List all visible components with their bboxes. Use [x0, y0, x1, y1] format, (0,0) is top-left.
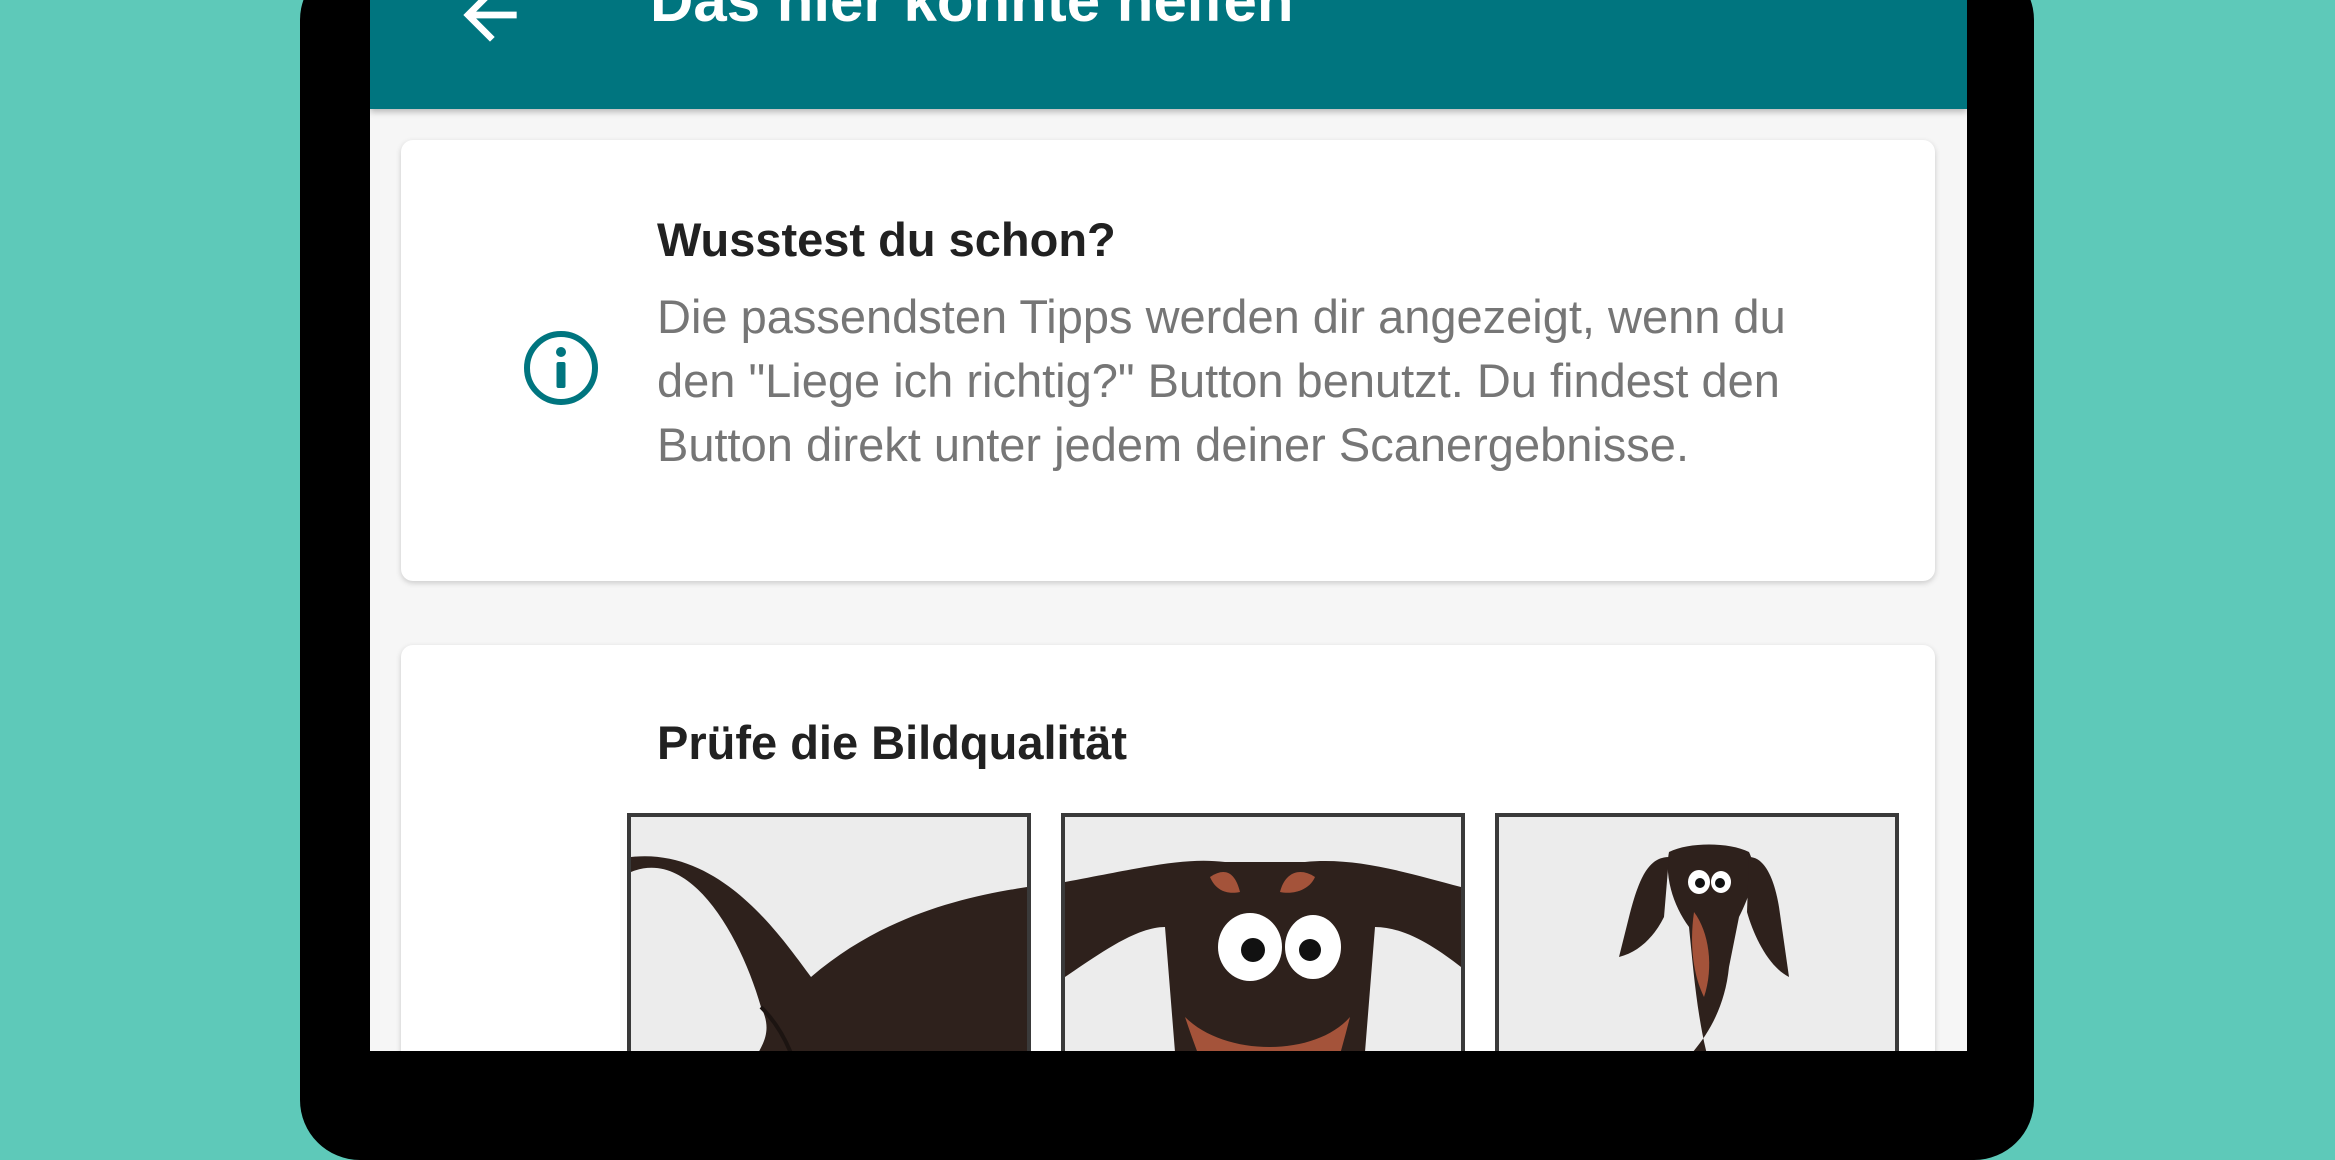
- image-quality-card: Prüfe die Bildqualität: [401, 645, 1935, 1051]
- info-card: Wusstest du schon? Die passendsten Tipps…: [401, 140, 1935, 581]
- back-button[interactable]: [430, 0, 550, 90]
- arrow-left-icon: [463, 0, 517, 42]
- dog-far-image[interactable]: [1495, 813, 1899, 1051]
- image-quality-title: Prüfe die Bildqualität: [657, 716, 1128, 769]
- info-card-body: Die passendsten Tipps werden dir angezei…: [657, 290, 1786, 471]
- page-title: Das hier könnte helfen: [650, 0, 1294, 34]
- dog-face-image[interactable]: [1061, 813, 1465, 1051]
- app-screen: Das hier könnte helfen Wusstest du schon…: [370, 0, 1967, 1051]
- dog-closeup-image[interactable]: [627, 813, 1031, 1051]
- info-card-title: Wusstest du schon?: [657, 213, 1116, 266]
- info-icon: [524, 331, 598, 405]
- app-bar: Das hier könnte helfen: [370, 0, 1967, 109]
